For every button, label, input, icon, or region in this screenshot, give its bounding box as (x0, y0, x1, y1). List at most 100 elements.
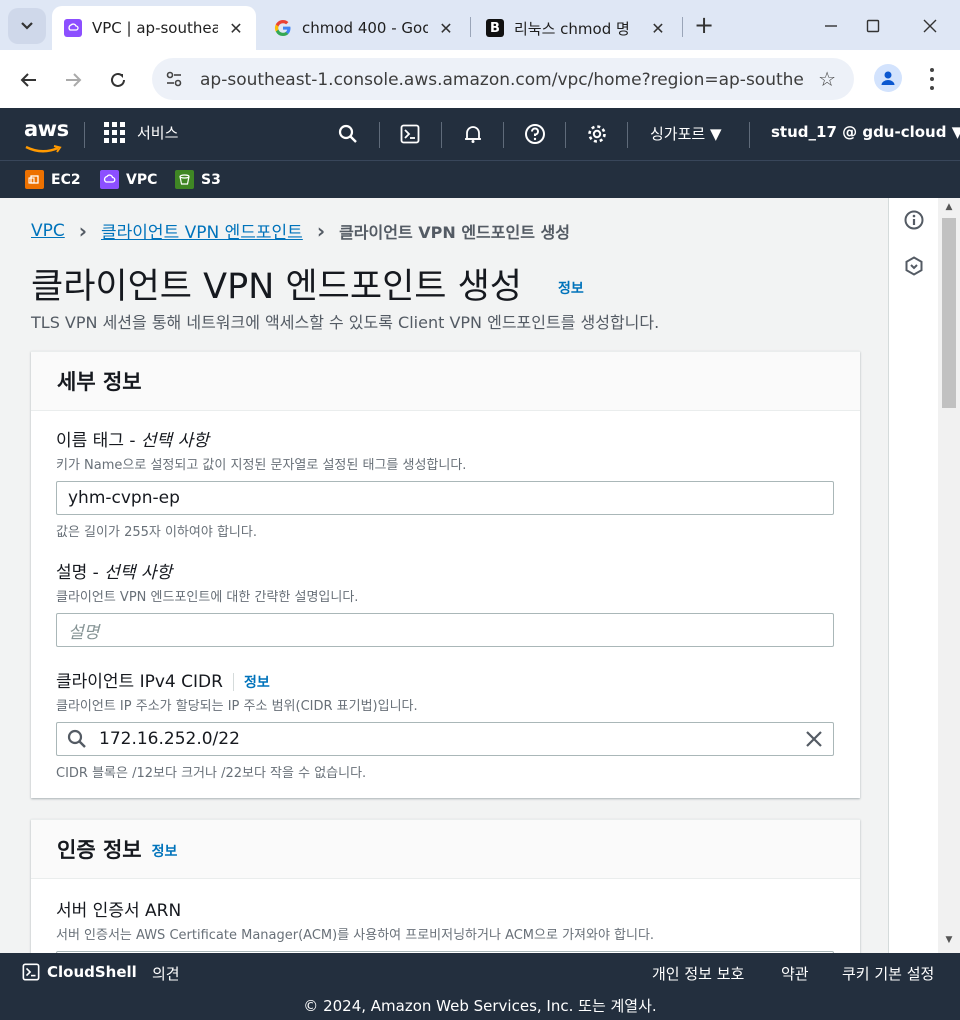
scroll-down-icon[interactable]: ▼ (944, 935, 954, 945)
url-text: ap-southeast-1.console.aws.amazon.com/vp… (200, 70, 805, 90)
back-button[interactable] (13, 64, 45, 96)
page-scrollbar[interactable]: ▲ ▼ (938, 198, 960, 953)
details-panel: 세부 정보 이름 태그 - 선택 사항 키가 Name으로 설정되고 값이 지정… (31, 351, 860, 798)
clear-input-icon[interactable] (805, 730, 823, 748)
scrollbar-thumb[interactable] (942, 218, 956, 408)
address-bar[interactable]: ap-southeast-1.console.aws.amazon.com/vp… (152, 58, 854, 100)
account-menu[interactable]: stud_17 @ gdu-cloud ▼ (771, 123, 960, 141)
site-settings-icon[interactable] (164, 69, 184, 89)
description-input[interactable]: 설명 (56, 613, 834, 647)
page-description: TLS VPN 세션을 통해 네트워크에 액세스할 수 있도록 Client V… (31, 313, 660, 332)
tutorial-panel-button[interactable] (903, 255, 925, 277)
name-tag-description: 키가 Name으로 설정되고 값이 지정된 문자열로 설정된 태그를 생성합니다… (56, 458, 467, 473)
terminal-icon (400, 124, 420, 144)
header-divider (441, 122, 442, 148)
page-title: 클라이언트 VPN 엔드포인트 생성 (31, 267, 523, 307)
client-cidr-input[interactable]: 172.16.252.0/22 (56, 722, 834, 756)
notifications-button[interactable] (461, 122, 485, 146)
reload-button[interactable] (102, 64, 134, 96)
scroll-up-icon[interactable]: ▲ (944, 202, 954, 212)
browser-tab-linux[interactable]: B 리눅스 chmod 명 ✕ (474, 6, 678, 50)
forward-button[interactable] (57, 64, 89, 96)
auth-info-link[interactable]: 정보 (152, 841, 178, 861)
ec2-icon (25, 170, 44, 189)
server-cert-description: 서버 인증서는 AWS Certificate Manager(ACM)를 사용… (56, 928, 655, 943)
client-cidr-info-link[interactable]: 정보 (244, 675, 270, 691)
maximize-icon (866, 19, 880, 33)
settings-button[interactable] (585, 122, 609, 146)
region-selector[interactable]: 싱가포르 ▼ (650, 123, 722, 144)
footer-cloudshell[interactable]: CloudShell (22, 963, 137, 981)
console-footer: CloudShell 의견 개인 정보 보호 약관 쿠키 기본 설정 © 202… (0, 953, 960, 1020)
search-icon (338, 124, 357, 143)
close-tab-icon[interactable]: ✕ (226, 19, 246, 38)
auth-panel: 인증 정보 정보 서버 인증서 ARN 서버 인증서는 AWS Certific… (31, 819, 860, 953)
new-tab-button[interactable]: + (690, 12, 718, 40)
browser-menu-button[interactable] (920, 66, 944, 92)
favorite-vpc[interactable]: VPC (100, 170, 157, 189)
aws-smile-icon (25, 145, 62, 153)
help-panel-rail (888, 198, 938, 953)
cloudshell-button[interactable] (398, 122, 422, 146)
tab-separator (682, 17, 683, 37)
breadcrumb-vpc-link[interactable]: VPC (31, 221, 65, 241)
google-favicon-icon (274, 19, 292, 37)
search-button[interactable] (336, 122, 360, 146)
name-tag-field: 이름 태그 - 선택 사항 키가 Name으로 설정되고 값이 지정된 문자열로… (56, 426, 834, 540)
footer-terms[interactable]: 약관 (781, 963, 809, 984)
header-divider (565, 122, 566, 148)
header-divider (627, 122, 628, 148)
close-tab-icon[interactable]: ✕ (436, 19, 456, 38)
client-cidr-label: 클라이언트 IPv4 CIDR 정보 (56, 672, 270, 692)
help-button[interactable] (523, 122, 547, 146)
header-divider (503, 122, 504, 148)
info-panel-button[interactable] (903, 209, 925, 231)
profile-avatar[interactable] (874, 64, 902, 92)
chevron-down-icon (21, 22, 33, 30)
close-tab-icon[interactable]: ✕ (648, 19, 668, 38)
browser-toolbar: ap-southeast-1.console.aws.amazon.com/vp… (0, 50, 960, 108)
details-heading: 세부 정보 (31, 352, 860, 411)
person-icon (881, 71, 895, 85)
gear-icon (588, 125, 606, 143)
browser-tab-google[interactable]: chmod 400 - Goo ✕ (262, 6, 466, 50)
breadcrumb-client-vpn-link[interactable]: 클라이언트 VPN 엔드포인트 (101, 218, 303, 243)
footer-cookies[interactable]: 쿠키 기본 설정 (842, 963, 934, 984)
arrow-left-icon (20, 73, 36, 87)
tab-title: 리눅스 chmod 명 (514, 19, 630, 38)
breadcrumb-current: 클라이언트 VPN 엔드포인트 생성 (339, 222, 570, 242)
tab-separator (470, 17, 471, 37)
header-divider (379, 122, 380, 148)
browser-tab-vpc[interactable]: VPC | ap-southeast ✕ (52, 6, 256, 50)
name-tag-input[interactable]: yhm-cvpn-ep (56, 481, 834, 515)
main-content: VPC › 클라이언트 VPN 엔드포인트 › 클라이언트 VPN 엔드포인트 … (0, 198, 888, 953)
server-cert-label: 서버 인증서 ARN (56, 901, 182, 921)
minimize-button[interactable] (816, 12, 846, 40)
arrow-right-icon (66, 73, 82, 87)
header-divider (84, 122, 85, 148)
favorite-ec2[interactable]: EC2 (25, 170, 81, 189)
favorite-s3[interactable]: S3 (175, 170, 221, 189)
name-tag-label: 이름 태그 - 선택 사항 (56, 431, 209, 451)
maximize-button[interactable] (858, 12, 888, 40)
chevron-right-icon: › (78, 218, 88, 243)
header-divider (749, 122, 750, 148)
tab-search-button[interactable] (8, 8, 46, 44)
chevron-right-icon: › (316, 218, 326, 243)
services-menu-button[interactable]: 서비스 (104, 122, 178, 143)
footer-feedback[interactable]: 의견 (152, 963, 180, 984)
page-info-link[interactable]: 정보 (558, 278, 584, 298)
description-label: 설명 - 선택 사항 (56, 563, 173, 583)
info-icon (904, 210, 924, 230)
footer-privacy[interactable]: 개인 정보 보호 (652, 963, 744, 984)
close-icon (923, 19, 937, 33)
name-tag-constraint: 값은 길이가 255자 이하여야 합니다. (56, 525, 257, 540)
aws-logo[interactable]: aws (24, 118, 69, 159)
breadcrumb: VPC › 클라이언트 VPN 엔드포인트 › 클라이언트 VPN 엔드포인트 … (31, 218, 570, 244)
bookmark-star-icon[interactable]: ☆ (818, 67, 836, 91)
reload-icon (111, 72, 125, 87)
tab-title: VPC | ap-southeast (92, 19, 218, 37)
close-window-button[interactable] (915, 12, 945, 40)
services-label: 서비스 (137, 124, 179, 142)
help-icon (525, 124, 545, 144)
